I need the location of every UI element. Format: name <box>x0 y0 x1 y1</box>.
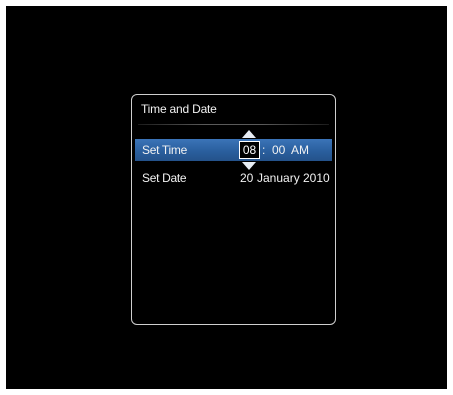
time-date-dialog: Time and Date Set Time 08 : 00 AM Set Da… <box>131 94 336 325</box>
hour-field[interactable]: 08 <box>239 141 260 159</box>
year-field[interactable]: 2010 <box>303 171 330 185</box>
time-separator: : <box>262 143 266 157</box>
triangle-up-icon[interactable] <box>242 130 256 138</box>
menu-item-set-time[interactable]: Set Time 08 : 00 AM <box>135 130 332 170</box>
dialog-title: Time and Date <box>141 102 217 116</box>
set-date-label: Set Date <box>142 171 187 185</box>
device-screen: Time and Date Set Time 08 : 00 AM Set Da… <box>6 6 447 389</box>
day-field[interactable]: 20 <box>240 171 253 185</box>
menu-item-set-date[interactable]: Set Date 20 January 2010 <box>135 167 332 189</box>
set-time-label: Set Time <box>142 143 187 157</box>
minute-field[interactable]: 00 <box>272 143 285 157</box>
ampm-field[interactable]: AM <box>291 143 309 157</box>
title-divider <box>138 124 329 125</box>
month-field[interactable]: January <box>257 171 300 185</box>
